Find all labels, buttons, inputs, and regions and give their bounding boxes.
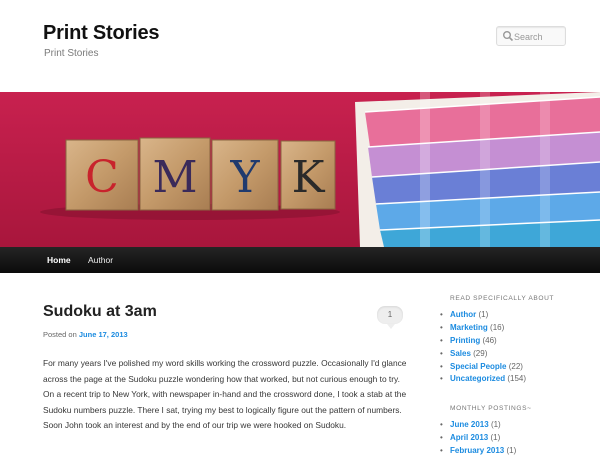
posted-on-label: Posted on	[43, 330, 77, 339]
category-link-marketing[interactable]: Marketing	[450, 323, 488, 332]
archive-count: (1)	[490, 432, 501, 442]
category-count: (29)	[473, 348, 488, 358]
archive-count: (1)	[506, 445, 517, 455]
list-item: Author (1)	[440, 309, 526, 322]
block-letter-k: K	[292, 152, 326, 203]
category-link-special-people[interactable]: Special People	[450, 362, 506, 371]
archive-count: (1)	[490, 420, 501, 429]
category-link-sales[interactable]: Sales	[450, 349, 471, 358]
category-link-uncategorized[interactable]: Uncategorized	[450, 374, 505, 383]
category-count: (154)	[507, 374, 527, 384]
nav-item-author[interactable]: Author	[88, 247, 113, 273]
categories-list: Author (1) Marketing (16) Printing (46) …	[440, 309, 526, 386]
archive-link-february-2013[interactable]: February 2013	[450, 446, 504, 455]
letter-blocks: C M Y K	[65, 137, 336, 211]
post-meta: Posted on June 17, 2013	[43, 330, 128, 339]
list-item: Marketing (16)	[440, 322, 526, 335]
categories-widget-title: Read Specifically About	[450, 295, 555, 302]
archives-list: June 2013 (1) April 2013 (1) February 20…	[440, 419, 516, 456]
search-input[interactable]	[514, 29, 564, 44]
archives-widget-title: Monthly Postings~	[450, 405, 532, 412]
list-item: June 2013 (1)	[440, 419, 516, 432]
category-link-author[interactable]: Author	[450, 310, 476, 319]
category-count: (46)	[482, 335, 497, 345]
list-item: February 2013 (1)	[440, 445, 516, 456]
category-count: (22)	[508, 361, 523, 371]
post-body-text: For many years I've polished my word ski…	[43, 358, 407, 430]
list-item: Sales (29)	[440, 348, 526, 361]
main-navigation: Home Author	[0, 247, 600, 273]
site-title[interactable]: Print Stories	[43, 22, 160, 45]
archive-link-june-2013[interactable]: June 2013	[450, 420, 489, 429]
list-item: Special People (22)	[440, 361, 526, 374]
list-item: Printing (46)	[440, 335, 526, 348]
post-date-link[interactable]: June 17, 2013	[79, 330, 128, 339]
cmyk-blocks-image: C M Y K	[0, 92, 600, 247]
post-title[interactable]: Sudoku at 3am	[43, 303, 157, 321]
nav-item-home[interactable]: Home	[47, 247, 71, 273]
list-item: Uncategorized (154)	[440, 373, 526, 386]
block-letter-c: C	[85, 152, 119, 203]
page: Print Stories Print Stories Search C M Y…	[0, 0, 600, 456]
comment-count-bubble[interactable]: 1	[377, 306, 403, 329]
archive-link-april-2013[interactable]: April 2013	[450, 433, 488, 442]
category-count: (1)	[478, 310, 489, 319]
block-letter-y: Y	[229, 152, 260, 203]
header-banner-image[interactable]: C M Y K	[0, 92, 600, 247]
search-box[interactable]	[496, 26, 566, 46]
site-description: Print Stories	[44, 48, 99, 59]
block-letter-m: M	[152, 152, 197, 203]
list-item: April 2013 (1)	[440, 432, 516, 445]
category-link-printing[interactable]: Printing	[450, 336, 480, 345]
category-count: (16)	[490, 322, 505, 332]
search-icon	[503, 31, 514, 42]
